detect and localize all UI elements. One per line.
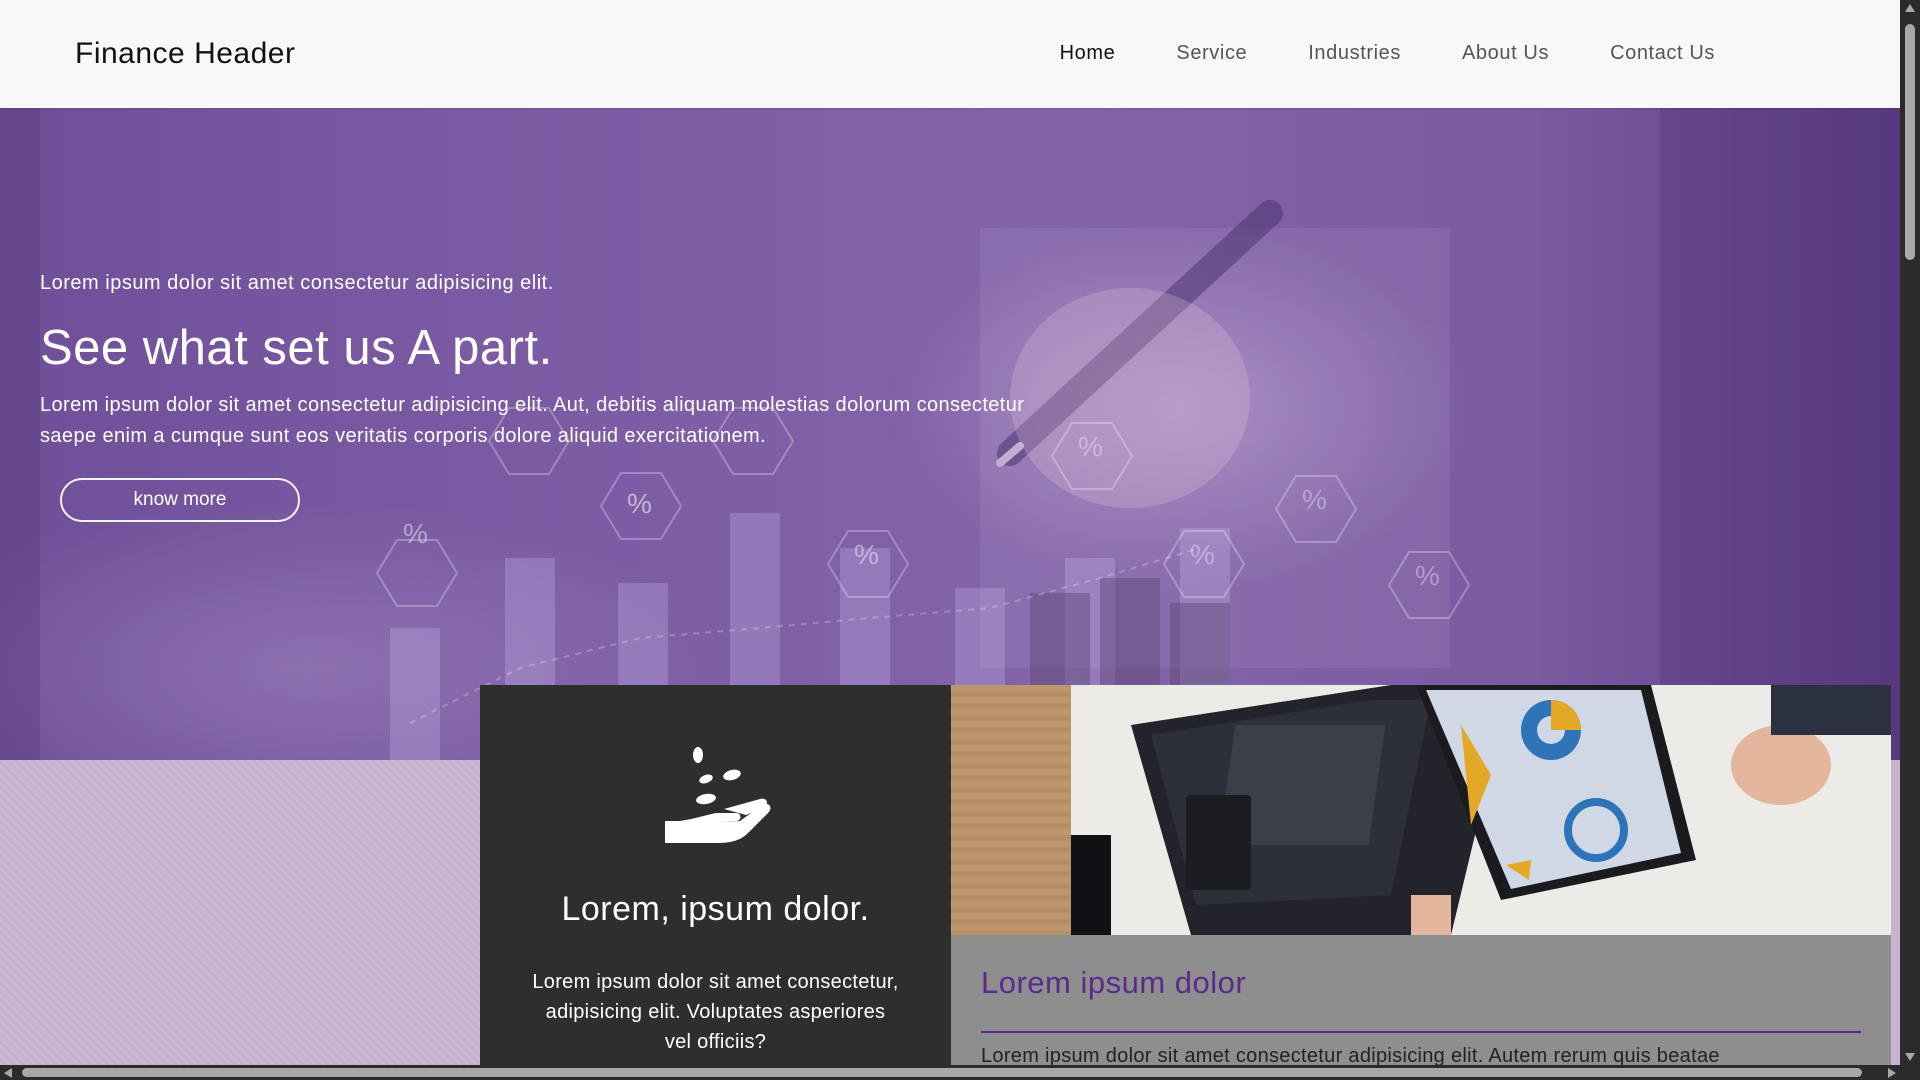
hero-subtitle: Lorem ipsum dolor sit amet consectetur a… [40, 272, 554, 294]
hero-description: Lorem ipsum dolor sit amet consectetur a… [40, 394, 1025, 447]
main-nav: Home Service Industries About Us Contact… [1060, 42, 1715, 65]
site-header: Finance Header Home Service Industries A… [0, 0, 1900, 108]
horizontal-scrollbar[interactable] [0, 1065, 1900, 1080]
hex-percent-icon: % [403, 518, 428, 549]
nav-industries[interactable]: Industries [1308, 42, 1401, 65]
info-card: Lorem ipsum dolor Lorem ipsum dolor sit … [951, 935, 1891, 1067]
scroll-right-arrow-icon[interactable] [1888, 1068, 1896, 1078]
feature-card-title: Lorem, ipsum dolor. [561, 890, 870, 928]
vertical-scroll-thumb[interactable] [1905, 24, 1915, 260]
feature-card: Lorem, ipsum dolor. Lorem ipsum dolor si… [480, 685, 951, 1065]
info-card-divider [981, 1031, 1861, 1033]
feature-card-text: Lorem ipsum dolor sit amet consectetur, … [532, 971, 899, 1053]
hex-percent-icon: % [1415, 560, 1440, 591]
hex-percent-icon: % [1190, 539, 1215, 570]
nav-about-us[interactable]: About Us [1462, 42, 1549, 65]
hero-title: See what set us A part. [40, 321, 553, 375]
know-more-button[interactable]: know more [60, 478, 300, 522]
scroll-up-arrow-icon[interactable] [1905, 4, 1915, 12]
hex-percent-icon: % [854, 539, 879, 570]
hex-percent-icon: % [1078, 431, 1103, 462]
hex-percent-icon: % [627, 488, 652, 519]
scroll-down-arrow-icon[interactable] [1905, 1053, 1915, 1061]
vertical-scrollbar[interactable] [1900, 0, 1920, 1065]
scrollbar-corner [1900, 1065, 1920, 1080]
brand-logo[interactable]: Finance Header [75, 37, 295, 71]
textured-background-panel [0, 760, 480, 1065]
nav-service[interactable]: Service [1176, 42, 1247, 65]
hex-percent-icon: % [1302, 484, 1327, 515]
nav-home[interactable]: Home [1060, 42, 1116, 65]
hand-coins-icon [660, 743, 780, 853]
info-card-title: Lorem ipsum dolor [981, 965, 1247, 1000]
laptop-photo [951, 685, 1891, 935]
horizontal-scroll-thumb[interactable] [22, 1068, 1862, 1077]
nav-contact-us[interactable]: Contact Us [1610, 42, 1715, 65]
scroll-left-arrow-icon[interactable] [4, 1068, 12, 1078]
hero-section: Lorem ipsum dolor sit amet consectetur a… [0, 108, 1900, 760]
